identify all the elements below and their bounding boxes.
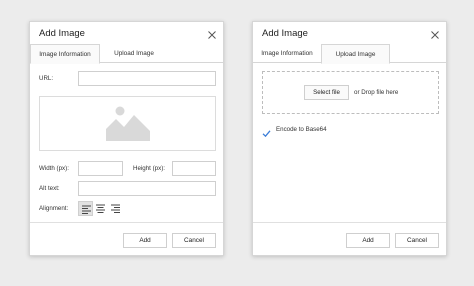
- tab-bar: Image Information Upload Image: [253, 44, 446, 64]
- align-right-icon: [111, 204, 120, 213]
- select-file-button[interactable]: Select file: [304, 85, 349, 100]
- align-left-button[interactable]: [78, 201, 93, 216]
- add-image-dialog-upload: Add Image Image Information Upload Image…: [252, 21, 447, 256]
- align-right-button[interactable]: [108, 201, 123, 216]
- add-button[interactable]: Add: [346, 233, 390, 248]
- width-label: Width (px):: [39, 165, 69, 172]
- encode-base64-checkbox[interactable]: [262, 125, 271, 138]
- add-button[interactable]: Add: [123, 233, 167, 248]
- image-placeholder-icon: [106, 106, 150, 141]
- tab-bar: Image Information Upload Image: [30, 44, 223, 64]
- url-label: URL:: [39, 75, 54, 82]
- dialog-header: Add Image: [253, 22, 446, 44]
- dialog-header: Add Image: [30, 22, 223, 44]
- alignment-label: Alignment:: [39, 205, 69, 212]
- align-center-icon: [96, 204, 105, 213]
- encode-base64-label: Encode to Base64: [276, 126, 327, 133]
- tab-image-information[interactable]: Image Information: [253, 44, 321, 63]
- align-left-icon: [82, 205, 91, 214]
- add-image-dialog-info: Add Image Image Information Upload Image…: [29, 21, 224, 256]
- align-center-button[interactable]: [93, 201, 108, 216]
- alt-text-input[interactable]: [78, 181, 216, 196]
- url-input[interactable]: [78, 71, 216, 86]
- dialog-title: Add Image: [262, 28, 308, 39]
- height-input[interactable]: [172, 161, 216, 176]
- tab-upload-image[interactable]: Upload Image: [321, 44, 390, 64]
- dialog-footer: Add Cancel: [30, 222, 223, 257]
- alt-text-label: Alt text:: [39, 185, 60, 192]
- check-icon: [262, 130, 271, 138]
- file-drop-zone[interactable]: Select file or Drop file here: [262, 71, 439, 114]
- width-input[interactable]: [78, 161, 123, 176]
- image-preview: [39, 96, 216, 151]
- cancel-button[interactable]: Cancel: [395, 233, 439, 248]
- drop-hint: or Drop file here: [354, 89, 399, 96]
- tab-image-information[interactable]: Image Information: [30, 44, 100, 64]
- close-icon[interactable]: [430, 27, 440, 39]
- tab-upload-image[interactable]: Upload Image: [100, 44, 168, 63]
- dialog-title: Add Image: [39, 28, 85, 39]
- height-label: Height (px):: [133, 165, 165, 172]
- dialog-footer: Add Cancel: [253, 222, 446, 257]
- close-icon[interactable]: [207, 27, 217, 39]
- cancel-button[interactable]: Cancel: [172, 233, 216, 248]
